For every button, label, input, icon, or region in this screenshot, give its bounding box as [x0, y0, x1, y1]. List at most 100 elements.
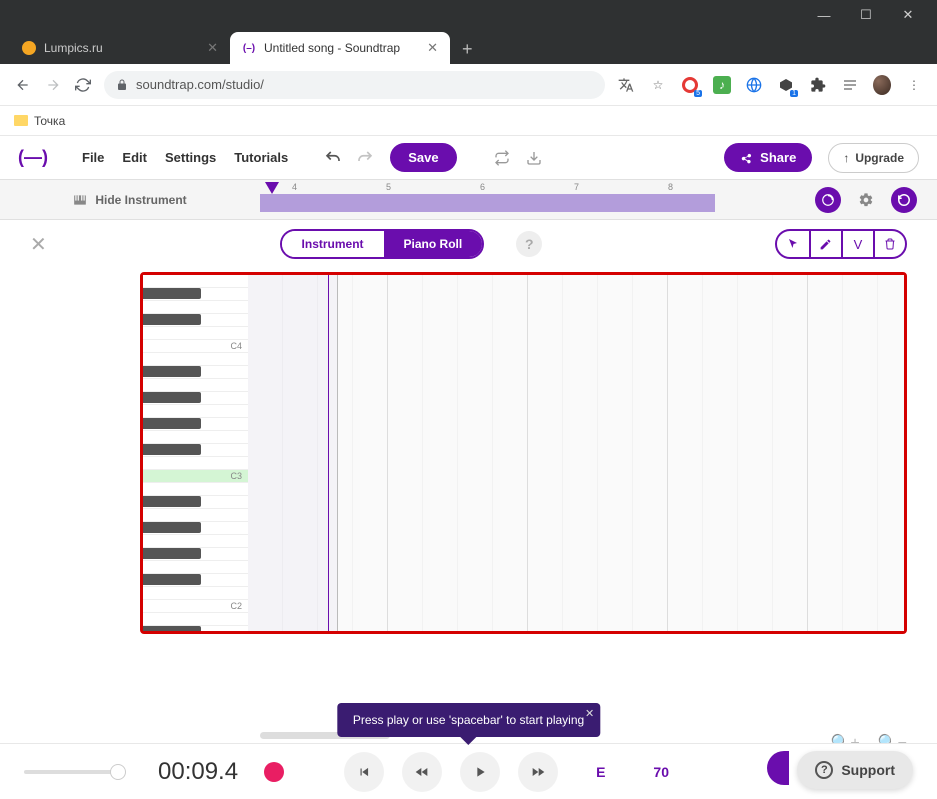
- share-label: Share: [760, 150, 796, 165]
- skip-back-button[interactable]: [344, 752, 384, 792]
- up-arrow-icon: ↑: [843, 151, 849, 165]
- bookmark-item[interactable]: Точка: [34, 114, 65, 128]
- menu-file[interactable]: File: [82, 150, 104, 165]
- browser-menu-icon[interactable]: ⋮: [905, 76, 923, 94]
- pointer-tool-icon[interactable]: [777, 231, 809, 257]
- toolbar-icons-2: [493, 149, 543, 167]
- hide-instrument-button[interactable]: Hide Instrument: [0, 193, 260, 207]
- edit-tools: V: [775, 229, 907, 259]
- folder-icon: [14, 115, 28, 126]
- editor-header: ✕ Instrument Piano Roll ? V: [0, 220, 937, 268]
- address-bar: soundtrap.com/studio/ ☆ 5 ♪ 1 ⋮: [0, 64, 937, 106]
- metronome-icon[interactable]: [815, 187, 841, 213]
- menu-items: File Edit Settings Tutorials: [82, 150, 288, 165]
- help-icon[interactable]: ?: [516, 231, 542, 257]
- piano-roll-highlighted-region: C4 C3 C2: [140, 272, 907, 634]
- lock-icon: [116, 79, 128, 91]
- overview-tools: [795, 187, 937, 213]
- piano-roll-tab[interactable]: Piano Roll: [384, 231, 483, 257]
- piano-icon: [73, 193, 87, 207]
- back-button[interactable]: [14, 76, 32, 94]
- instrument-tab[interactable]: Instrument: [282, 231, 384, 257]
- support-label: Support: [841, 762, 895, 778]
- download-icon[interactable]: [525, 149, 543, 167]
- bookmarks-bar: Точка: [0, 106, 937, 136]
- editor-mode-switch: Instrument Piano Roll: [280, 229, 485, 259]
- play-button[interactable]: [460, 752, 500, 792]
- window-minimize-button[interactable]: —: [817, 8, 831, 22]
- forward-button[interactable]: [44, 76, 62, 94]
- upgrade-button[interactable]: ↑ Upgrade: [828, 143, 919, 173]
- new-tab-button[interactable]: +: [450, 35, 485, 64]
- upgrade-label: Upgrade: [855, 151, 904, 165]
- record-button[interactable]: [264, 762, 284, 782]
- track-overview: Hide Instrument 4 5 6 7 8: [0, 180, 937, 220]
- app-logo-icon[interactable]: (—): [18, 147, 48, 168]
- undo-icon[interactable]: [324, 149, 342, 167]
- delete-tool-icon[interactable]: [873, 231, 905, 257]
- play-tooltip: ✕ Press play or use 'spacebar' to start …: [337, 703, 600, 737]
- question-icon: ?: [815, 761, 833, 779]
- extension-box-icon[interactable]: 1: [777, 76, 795, 94]
- volume-slider[interactable]: [24, 770, 124, 774]
- region-boundary: [248, 275, 338, 631]
- favicon-icon: (–): [242, 41, 256, 55]
- favicon-icon: [22, 41, 36, 55]
- hide-instrument-label: Hide Instrument: [95, 193, 186, 207]
- browser-tab-strip: Lumpics.ru ✕ (–) Untitled song - Soundtr…: [0, 30, 937, 64]
- url-field[interactable]: soundtrap.com/studio/: [104, 71, 605, 99]
- share-button[interactable]: Share: [724, 143, 812, 172]
- note-grid[interactable]: [248, 275, 904, 631]
- share-icon: [740, 151, 754, 165]
- playhead[interactable]: [328, 275, 329, 631]
- timeline-mini[interactable]: 4 5 6 7 8: [260, 180, 795, 219]
- tempo[interactable]: 70: [653, 764, 669, 780]
- extensions-puzzle-icon[interactable]: [809, 76, 827, 94]
- close-editor-icon[interactable]: ✕: [30, 232, 47, 257]
- fast-forward-button[interactable]: [518, 752, 558, 792]
- history-icon[interactable]: [891, 187, 917, 213]
- loop-icon[interactable]: [493, 149, 511, 167]
- menu-settings[interactable]: Settings: [165, 150, 216, 165]
- extension-red-icon[interactable]: 5: [681, 76, 699, 94]
- piano-roll[interactable]: C4 C3 C2: [143, 275, 904, 631]
- toolbar-icons: [324, 149, 374, 167]
- volume-thumb[interactable]: [110, 764, 126, 780]
- piano-keyboard[interactable]: C4 C3 C2: [143, 275, 248, 631]
- extension-icons: ☆ 5 ♪ 1 ⋮: [617, 76, 923, 94]
- reload-button[interactable]: [74, 76, 92, 94]
- timecode[interactable]: 00:09.4: [158, 758, 238, 786]
- reading-list-icon[interactable]: [841, 76, 859, 94]
- support-button[interactable]: ? Support: [797, 751, 913, 789]
- translate-icon[interactable]: [617, 76, 635, 94]
- window-titlebar: — ☐ ✕: [0, 0, 937, 30]
- close-tab-icon[interactable]: ✕: [207, 40, 218, 56]
- timeline-markers: 4 5 6 7 8: [260, 182, 795, 192]
- profile-avatar[interactable]: [873, 76, 891, 94]
- extension-globe-icon[interactable]: [745, 76, 763, 94]
- browser-tab-soundtrap[interactable]: (–) Untitled song - Soundtrap ✕: [230, 32, 450, 64]
- tab-title: Untitled song - Soundtrap: [264, 41, 400, 55]
- extension-green-icon[interactable]: ♪: [713, 76, 731, 94]
- tooltip-text: Press play or use 'spacebar' to start pl…: [353, 713, 584, 727]
- app-toolbar: (—) File Edit Settings Tutorials Save Sh…: [0, 136, 937, 180]
- pencil-tool-icon[interactable]: [809, 231, 841, 257]
- menu-tutorials[interactable]: Tutorials: [234, 150, 288, 165]
- star-icon[interactable]: ☆: [649, 76, 667, 94]
- redo-icon[interactable]: [356, 149, 374, 167]
- playhead-handle-icon[interactable]: [265, 182, 279, 194]
- browser-tab-lumpics[interactable]: Lumpics.ru ✕: [10, 32, 230, 64]
- close-tab-icon[interactable]: ✕: [427, 40, 438, 56]
- tooltip-close-icon[interactable]: ✕: [585, 707, 594, 720]
- key-signature[interactable]: E: [596, 764, 605, 780]
- menu-edit[interactable]: Edit: [122, 150, 147, 165]
- mini-region[interactable]: [260, 194, 715, 212]
- velocity-tool[interactable]: V: [841, 231, 873, 257]
- window-close-button[interactable]: ✕: [901, 8, 915, 22]
- url-text: soundtrap.com/studio/: [136, 77, 264, 92]
- settings-gear-icon[interactable]: [853, 187, 879, 213]
- rewind-button[interactable]: [402, 752, 442, 792]
- tab-title: Lumpics.ru: [44, 41, 103, 55]
- window-maximize-button[interactable]: ☐: [859, 8, 873, 22]
- save-button[interactable]: Save: [390, 143, 456, 172]
